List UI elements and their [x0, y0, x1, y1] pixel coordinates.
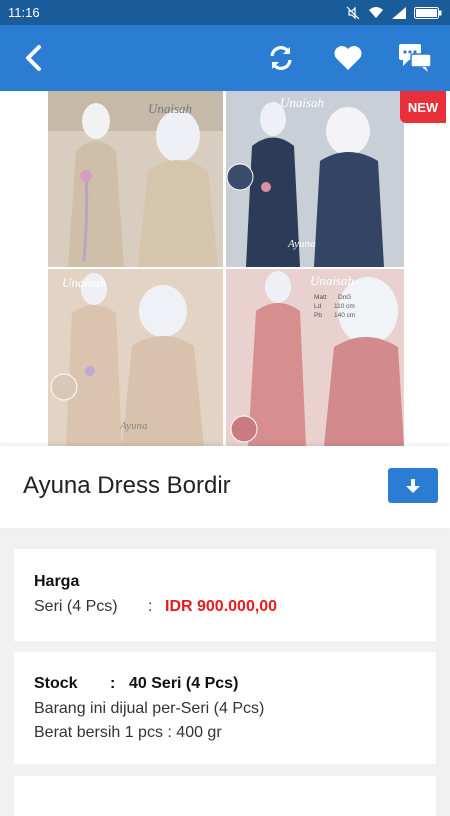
svg-text:110 cm: 110 cm: [334, 303, 355, 310]
next-card: [14, 776, 436, 816]
svg-text:DnG: DnG: [338, 294, 351, 301]
brand-watermark-tl: Unaisah: [148, 101, 192, 116]
product-title-bar: Ayuna Dress Bordir: [0, 446, 450, 528]
status-icons: [346, 6, 442, 20]
price-card: Harga Seri (4 Pcs) : IDR 900.000,00: [14, 549, 436, 641]
price-row: Seri (4 Pcs) : IDR 900.000,00: [34, 598, 277, 616]
wifi-icon: [369, 7, 383, 18]
model-watermark-bl: Ayuna: [119, 420, 148, 432]
brand-watermark-br: Unaisah: [310, 273, 354, 288]
product-title: Ayuna Dress Bordir: [23, 472, 231, 499]
stock-note-series: Barang ini dijual per-Seri (4 Pcs): [34, 700, 265, 717]
stock-separator: :: [110, 675, 116, 692]
stock-label: Stock: [34, 675, 78, 692]
new-badge: NEW: [400, 91, 446, 123]
mute-icon: [346, 6, 360, 19]
price-heading: Harga: [34, 573, 80, 590]
refresh-icon: [270, 46, 292, 70]
price-separator: :: [148, 598, 153, 615]
svg-text:Matt: Matt: [314, 294, 327, 301]
product-image-area: Unaisah Unaisah Ayuna Unaisah Ayuna Unai…: [0, 91, 450, 446]
chat-button[interactable]: [398, 41, 432, 75]
stock-value: 40 Seri (4 Pcs): [129, 675, 239, 692]
back-button[interactable]: [16, 41, 50, 75]
favorite-button[interactable]: [331, 41, 365, 75]
product-photo[interactable]: Unaisah Unaisah Ayuna Unaisah Ayuna Unai…: [48, 91, 404, 446]
app-bar: [0, 25, 450, 91]
stock-row: Stock : 40 Seri (4 Pcs): [34, 675, 238, 693]
svg-text:Ld: Ld: [314, 303, 322, 310]
signal-icon: [392, 6, 406, 19]
heart-icon: [334, 46, 362, 70]
chevron-left-icon: [26, 45, 41, 71]
stock-note-weight: Berat bersih 1 pcs : 400 gr: [34, 724, 222, 741]
chat-icon: [399, 44, 432, 72]
battery-icon: [414, 6, 442, 19]
brand-watermark-tr: Unaisah: [280, 95, 324, 110]
price-unit-label: Seri (4 Pcs): [34, 598, 118, 615]
arrow-down-icon: [406, 478, 420, 493]
status-bar: 11:16: [0, 0, 450, 25]
brand-watermark-bl: Unaisah: [62, 275, 106, 290]
model-watermark-tr: Ayuna: [287, 238, 316, 250]
price-value: IDR 900.000,00: [165, 598, 278, 615]
download-button[interactable]: [388, 468, 438, 503]
svg-text:140 cm: 140 cm: [334, 312, 355, 319]
clock: 11:16: [8, 5, 40, 20]
stock-card: Stock : 40 Seri (4 Pcs) Barang ini dijua…: [14, 652, 436, 764]
refresh-button[interactable]: [264, 41, 298, 75]
svg-text:Pb: Pb: [314, 312, 322, 319]
